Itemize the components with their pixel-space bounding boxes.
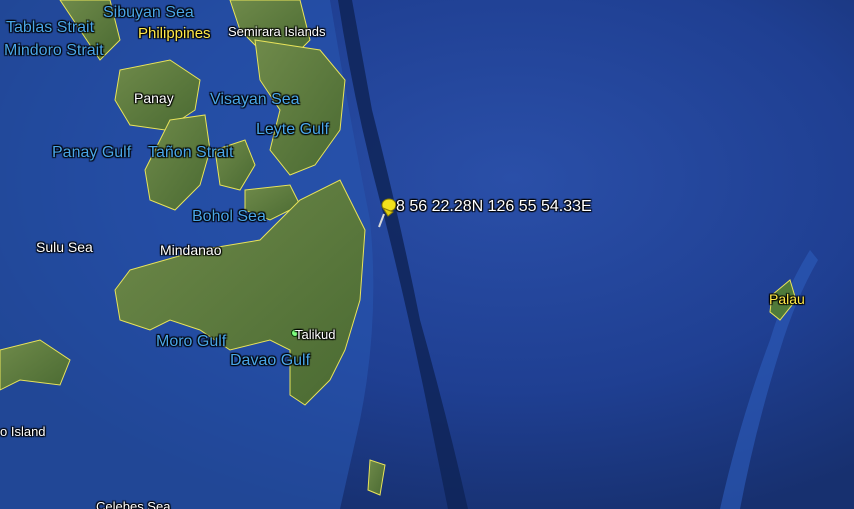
label-mindoro-strait[interactable]: Mindoro Strait — [4, 43, 104, 59]
label-davao-gulf[interactable]: Davao Gulf — [230, 353, 310, 369]
label-leyte-gulf[interactable]: Leyte Gulf — [256, 122, 329, 138]
label-semirara-islands[interactable]: Semirara Islands — [228, 25, 326, 38]
label-philippines[interactable]: Philippines — [138, 26, 211, 41]
label-mindanao[interactable]: Mindanao — [160, 243, 222, 257]
label-tablas-strait[interactable]: Tablas Strait — [6, 20, 94, 36]
label-visayan-sea[interactable]: Visayan Sea — [210, 92, 300, 108]
label-sibuyan-sea[interactable]: Sibuyan Sea — [103, 5, 194, 21]
map-view[interactable]: Tablas Strait Sibuyan Sea Mindoro Strait… — [0, 0, 854, 509]
label-panay[interactable]: Panay — [134, 91, 174, 105]
label-celebes-sea[interactable]: Celebes Sea — [96, 500, 170, 509]
label-palau[interactable]: Palau — [769, 292, 805, 306]
satellite-imagery — [0, 0, 854, 509]
label-moro-gulf[interactable]: Moro Gulf — [156, 334, 226, 350]
label-sulu-sea[interactable]: Sulu Sea — [36, 240, 93, 254]
label-talikud[interactable]: Talikud — [295, 328, 335, 341]
placemark-label[interactable]: 8 56 22.28N 126 55 54.33E — [396, 199, 592, 215]
label-panay-gulf[interactable]: Panay Gulf — [52, 145, 131, 161]
label-tanon-strait[interactable]: Tañon Strait — [148, 145, 233, 161]
label-bohol-sea[interactable]: Bohol Sea — [192, 209, 266, 225]
label-island-partial[interactable]: o Island — [0, 425, 46, 438]
